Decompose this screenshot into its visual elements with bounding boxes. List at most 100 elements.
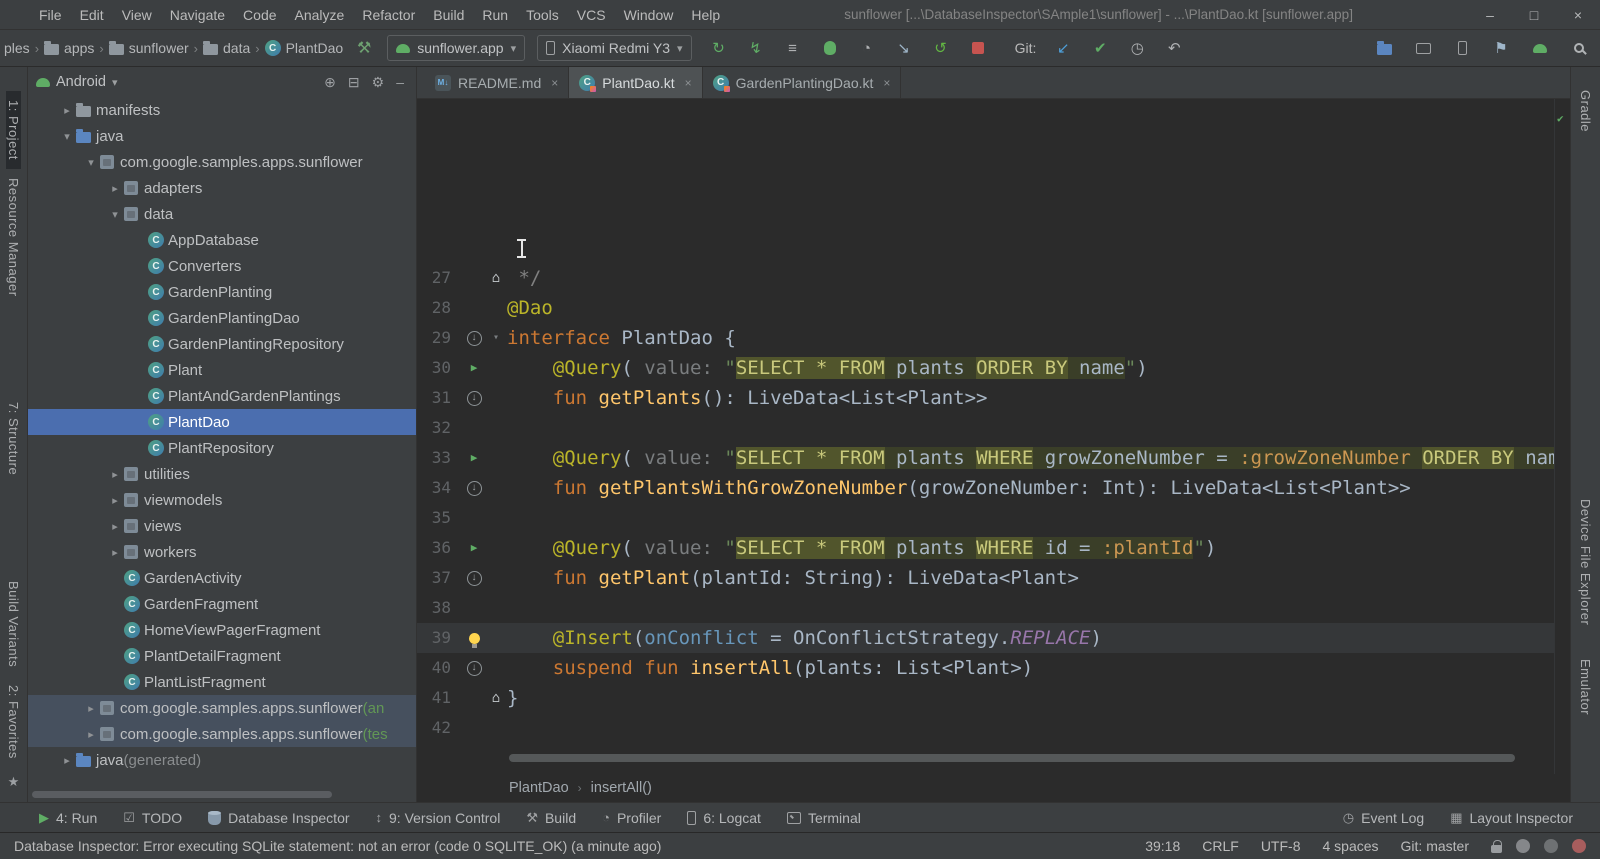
indent-setting[interactable]: 4 spaces bbox=[1322, 838, 1378, 854]
tree-item[interactable]: ▸manifests bbox=[28, 97, 416, 123]
file-encoding[interactable]: UTF-8 bbox=[1261, 838, 1301, 854]
tab-readme-md[interactable]: M↓README.md× bbox=[425, 67, 569, 98]
tree-item[interactable]: ▸workers bbox=[28, 539, 416, 565]
fold-arrow-icon[interactable]: ▾ bbox=[493, 323, 499, 353]
collapse-all-icon[interactable]: ⊟ bbox=[348, 74, 360, 91]
tool-strip-1-project[interactable]: 1: Project bbox=[6, 91, 21, 169]
menu-vcs[interactable]: VCS bbox=[568, 0, 615, 29]
project-view-label[interactable]: Android bbox=[56, 74, 106, 90]
menu-navigate[interactable]: Navigate bbox=[161, 0, 234, 29]
tree-item[interactable]: ▸views bbox=[28, 513, 416, 539]
line-separator[interactable]: CRLF bbox=[1202, 838, 1239, 854]
code-line[interactable]: 42 bbox=[417, 713, 1570, 743]
tree-item[interactable]: CPlant bbox=[28, 357, 416, 383]
toolwindow-button-profiler[interactable]: ◔Profiler bbox=[589, 803, 674, 832]
menu-refactor[interactable]: Refactor bbox=[353, 0, 424, 29]
toolwindow-button-database-inspector[interactable]: Database Inspector bbox=[195, 803, 362, 832]
editor-horizontal-scrollbar[interactable] bbox=[509, 754, 1546, 762]
history-icon[interactable]: ◷ bbox=[1126, 37, 1148, 59]
tree-expand-arrow-icon[interactable]: ▸ bbox=[106, 546, 124, 559]
status-indicator-1-icon[interactable] bbox=[1516, 839, 1530, 853]
profiler-icon[interactable]: ◔ bbox=[856, 37, 878, 59]
tree-item[interactable]: CPlantDetailFragment bbox=[28, 643, 416, 669]
run-query-icon[interactable]: ▶ bbox=[471, 353, 478, 383]
rerun-icon[interactable]: ↻ bbox=[708, 37, 730, 59]
menu-build[interactable]: Build bbox=[424, 0, 473, 29]
tree-expand-arrow-icon[interactable]: ▸ bbox=[106, 468, 124, 481]
minimize-button[interactable]: – bbox=[1468, 0, 1512, 30]
tree-item[interactable]: CPlantAndGardenPlantings bbox=[28, 383, 416, 409]
run-query-icon[interactable]: ▶ bbox=[471, 443, 478, 473]
status-message[interactable]: Database Inspector: Error executing SQLi… bbox=[14, 838, 1125, 854]
locate-file-icon[interactable]: ⊕ bbox=[324, 74, 336, 91]
tool-strip-build-variants[interactable]: Build Variants bbox=[6, 572, 21, 676]
toolwindow-button-event-log[interactable]: ◷Event Log bbox=[1330, 810, 1437, 826]
tree-item[interactable]: ▸viewmodels bbox=[28, 487, 416, 513]
tool-strip-device-file-explorer[interactable]: Device File Explorer bbox=[1578, 490, 1593, 634]
tree-item[interactable]: ▾java bbox=[28, 123, 416, 149]
tree-item[interactable]: ▸com.google.samples.apps.sunflower (an bbox=[28, 695, 416, 721]
stop-icon[interactable] bbox=[967, 37, 989, 59]
tree-expand-arrow-icon[interactable]: ▸ bbox=[58, 754, 76, 767]
caret-position[interactable]: 39:18 bbox=[1145, 838, 1180, 854]
toolwindow-button-build[interactable]: ⚒Build bbox=[513, 803, 589, 832]
tree-item[interactable]: CGardenFragment bbox=[28, 591, 416, 617]
toolwindow-button-4-run[interactable]: ▶4: Run bbox=[26, 803, 110, 832]
commit-icon[interactable]: ✔ bbox=[1089, 37, 1111, 59]
toolwindow-button-6-logcat[interactable]: 6: Logcat bbox=[674, 803, 774, 832]
code-line[interactable]: 30▶ @Query( value: "SELECT * FROM plants… bbox=[417, 353, 1570, 383]
tool-strip-7-structure[interactable]: 7: Structure bbox=[6, 393, 21, 484]
tree-item[interactable]: CPlantListFragment bbox=[28, 669, 416, 695]
tab-close-icon[interactable]: × bbox=[883, 76, 890, 90]
menu-window[interactable]: Window bbox=[615, 0, 683, 29]
tree-item[interactable]: ▾com.google.samples.apps.sunflower bbox=[28, 149, 416, 175]
sdk-manager-icon[interactable] bbox=[1529, 37, 1551, 59]
project-horizontal-scrollbar[interactable] bbox=[32, 791, 332, 798]
implemented-marker-icon[interactable]: ↓ bbox=[467, 571, 482, 586]
tree-item[interactable]: ▸utilities bbox=[28, 461, 416, 487]
tree-item[interactable]: CPlantDao bbox=[28, 409, 416, 435]
code-line[interactable]: 38 bbox=[417, 593, 1570, 623]
run-configuration-select[interactable]: sunflower.app ▾ bbox=[387, 35, 525, 61]
tool-strip-resource-manager[interactable]: Resource Manager bbox=[6, 169, 21, 306]
menu-code[interactable]: Code bbox=[234, 0, 285, 29]
tool-strip-2-favorites[interactable]: 2: Favorites bbox=[6, 676, 21, 768]
toolwindow-button-9-version-control[interactable]: ↕9: Version Control bbox=[363, 803, 514, 832]
code-line[interactable]: 34↓ fun getPlantsWithGrowZoneNumber(grow… bbox=[417, 473, 1570, 503]
tab-plantdao-kt[interactable]: CPlantDao.kt× bbox=[569, 67, 702, 98]
tree-item[interactable]: ▸adapters bbox=[28, 175, 416, 201]
tree-item[interactable]: CGardenPlantingRepository bbox=[28, 331, 416, 357]
device-select[interactable]: Xiaomi Redmi Y3 ▾ bbox=[537, 35, 691, 61]
code-line[interactable]: 35 bbox=[417, 503, 1570, 533]
code-line[interactable]: 40↓ suspend fun insertAll(plants: List<P… bbox=[417, 653, 1570, 683]
editor-breadcrumb-item[interactable]: PlantDao bbox=[509, 780, 569, 796]
make-project-icon[interactable]: ⚒ bbox=[353, 37, 375, 59]
hide-panel-icon[interactable]: – bbox=[396, 74, 404, 91]
tree-expand-arrow-icon[interactable]: ▸ bbox=[82, 702, 100, 715]
debug-icon[interactable] bbox=[819, 37, 841, 59]
toolwindow-button-todo[interactable]: ☑TODO bbox=[110, 803, 195, 832]
tree-expand-arrow-icon[interactable]: ▸ bbox=[82, 728, 100, 741]
notifications-icon[interactable]: ⚑ bbox=[1490, 37, 1512, 59]
breadcrumb-item[interactable]: CPlantDao bbox=[265, 40, 344, 56]
implemented-marker-icon[interactable]: ↓ bbox=[467, 661, 482, 676]
readonly-lock-icon[interactable] bbox=[1491, 845, 1502, 853]
apply-changes-icon[interactable]: ↯ bbox=[745, 37, 767, 59]
tree-item[interactable]: CGardenPlantingDao bbox=[28, 305, 416, 331]
update-project-icon[interactable]: ↙ bbox=[1052, 37, 1074, 59]
code-line[interactable]: 32 bbox=[417, 413, 1570, 443]
menu-edit[interactable]: Edit bbox=[71, 0, 113, 29]
editor-breadcrumb-item[interactable]: insertAll() bbox=[591, 780, 652, 796]
breadcrumb-item[interactable]: apps bbox=[44, 40, 94, 56]
favorites-star-icon[interactable]: ★ bbox=[8, 768, 20, 802]
tree-expand-arrow-icon[interactable]: ▸ bbox=[106, 182, 124, 195]
tree-expand-arrow-icon[interactable]: ▾ bbox=[58, 130, 76, 143]
code-line[interactable]: 27⌂ */ bbox=[417, 263, 1570, 293]
tree-item[interactable]: ▸com.google.samples.apps.sunflower (tes bbox=[28, 721, 416, 747]
tab-close-icon[interactable]: × bbox=[551, 76, 558, 90]
code-line[interactable]: 29↓▾interface PlantDao { bbox=[417, 323, 1570, 353]
tab-gardenplantingdao-kt[interactable]: CGardenPlantingDao.kt× bbox=[703, 67, 902, 98]
menu-file[interactable]: File bbox=[30, 0, 71, 29]
menu-analyze[interactable]: Analyze bbox=[286, 0, 354, 29]
menu-view[interactable]: View bbox=[113, 0, 161, 29]
